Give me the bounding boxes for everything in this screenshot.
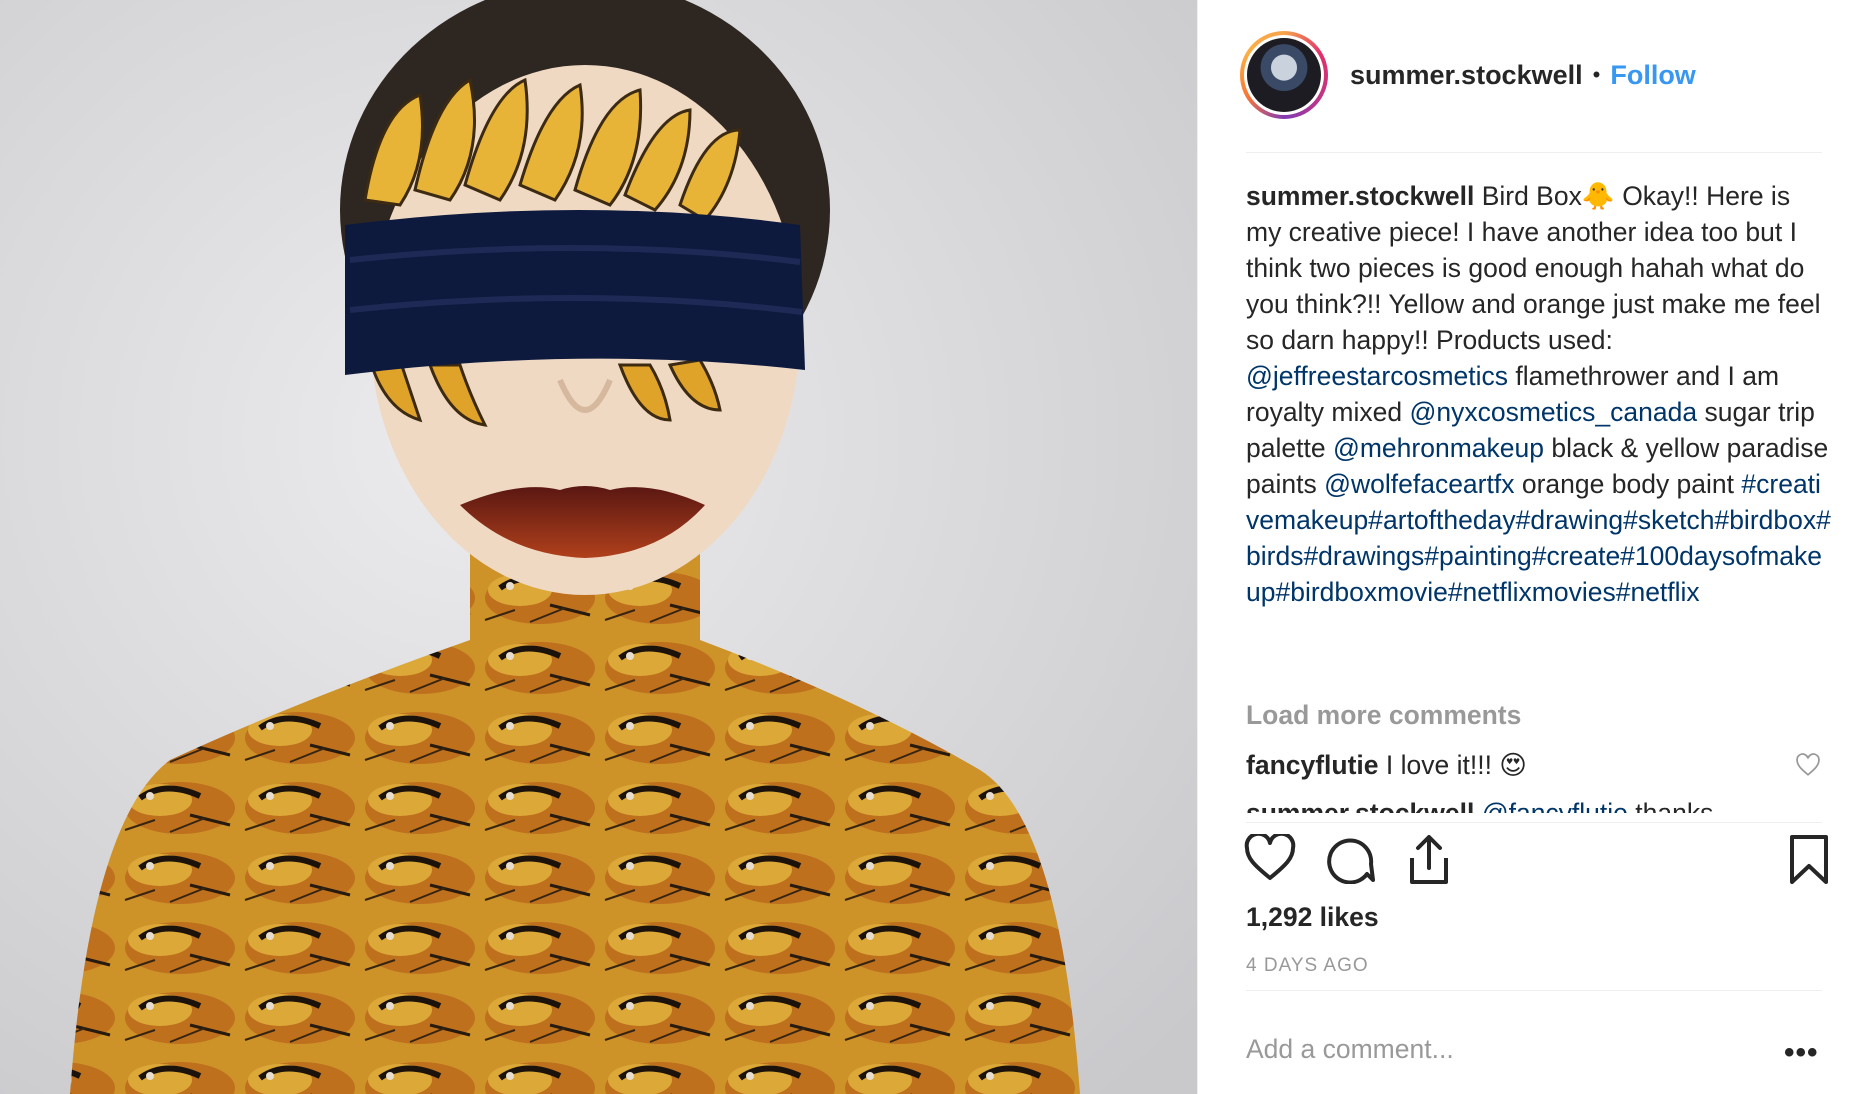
share-upload-icon[interactable]	[1406, 834, 1452, 886]
comment-item: summer.stockwell @fancyflutie thanks	[1246, 795, 1846, 813]
add-comment-input[interactable]: Add a comment...	[1246, 1034, 1454, 1065]
post-header: summer.stockwell • Follow	[1240, 26, 1824, 124]
mention-link[interactable]: @wolfefaceartfx	[1324, 469, 1514, 499]
post-image	[0, 0, 1197, 1094]
header-username[interactable]: summer.stockwell	[1350, 60, 1583, 91]
avatar-story-ring[interactable]	[1240, 31, 1328, 119]
mention-link[interactable]: @mehronmakeup	[1333, 433, 1544, 463]
mention-link[interactable]: @jeffreestarcosmetics	[1246, 361, 1508, 391]
divider	[1246, 152, 1822, 153]
speech-bubble-icon[interactable]	[1326, 834, 1376, 884]
post-caption: summer.stockwell Bird Box🐥 Okay!! Here i…	[1246, 178, 1831, 610]
divider	[1246, 990, 1822, 991]
comment-username[interactable]: summer.stockwell	[1246, 798, 1474, 813]
caption-username[interactable]: summer.stockwell	[1246, 181, 1474, 211]
comment-like-heart-icon[interactable]	[1795, 753, 1821, 777]
more-options-icon[interactable]: •••	[1784, 1036, 1819, 1070]
post-sidebar: summer.stockwell • Follow summer.stockwe…	[1197, 0, 1860, 1094]
comment-text: I love it!!! 😍	[1385, 750, 1527, 780]
comment-text: thanks	[1627, 798, 1714, 813]
action-bar	[1244, 834, 1834, 890]
mention-link[interactable]: @fancyflutie	[1482, 798, 1628, 813]
comment-item: fancyflutie I love it!!! 😍	[1246, 750, 1527, 781]
follow-button[interactable]: Follow	[1610, 60, 1695, 91]
likes-count[interactable]: 1,292 likes	[1246, 902, 1379, 933]
caption-text: orange body paint	[1514, 469, 1742, 499]
separator-dot: •	[1592, 62, 1601, 87]
bookmark-icon[interactable]	[1788, 834, 1830, 886]
avatar[interactable]	[1247, 38, 1321, 112]
heart-outline-icon[interactable]	[1244, 834, 1296, 882]
divider	[1246, 822, 1822, 823]
load-more-comments[interactable]: Load more comments	[1246, 700, 1521, 731]
post-photo[interactable]	[0, 0, 1197, 1094]
comment-username[interactable]: fancyflutie	[1246, 750, 1379, 780]
post-timestamp[interactable]: 4 DAYS AGO	[1246, 955, 1369, 977]
mention-link[interactable]: @nyxcosmetics_canada	[1409, 397, 1697, 427]
